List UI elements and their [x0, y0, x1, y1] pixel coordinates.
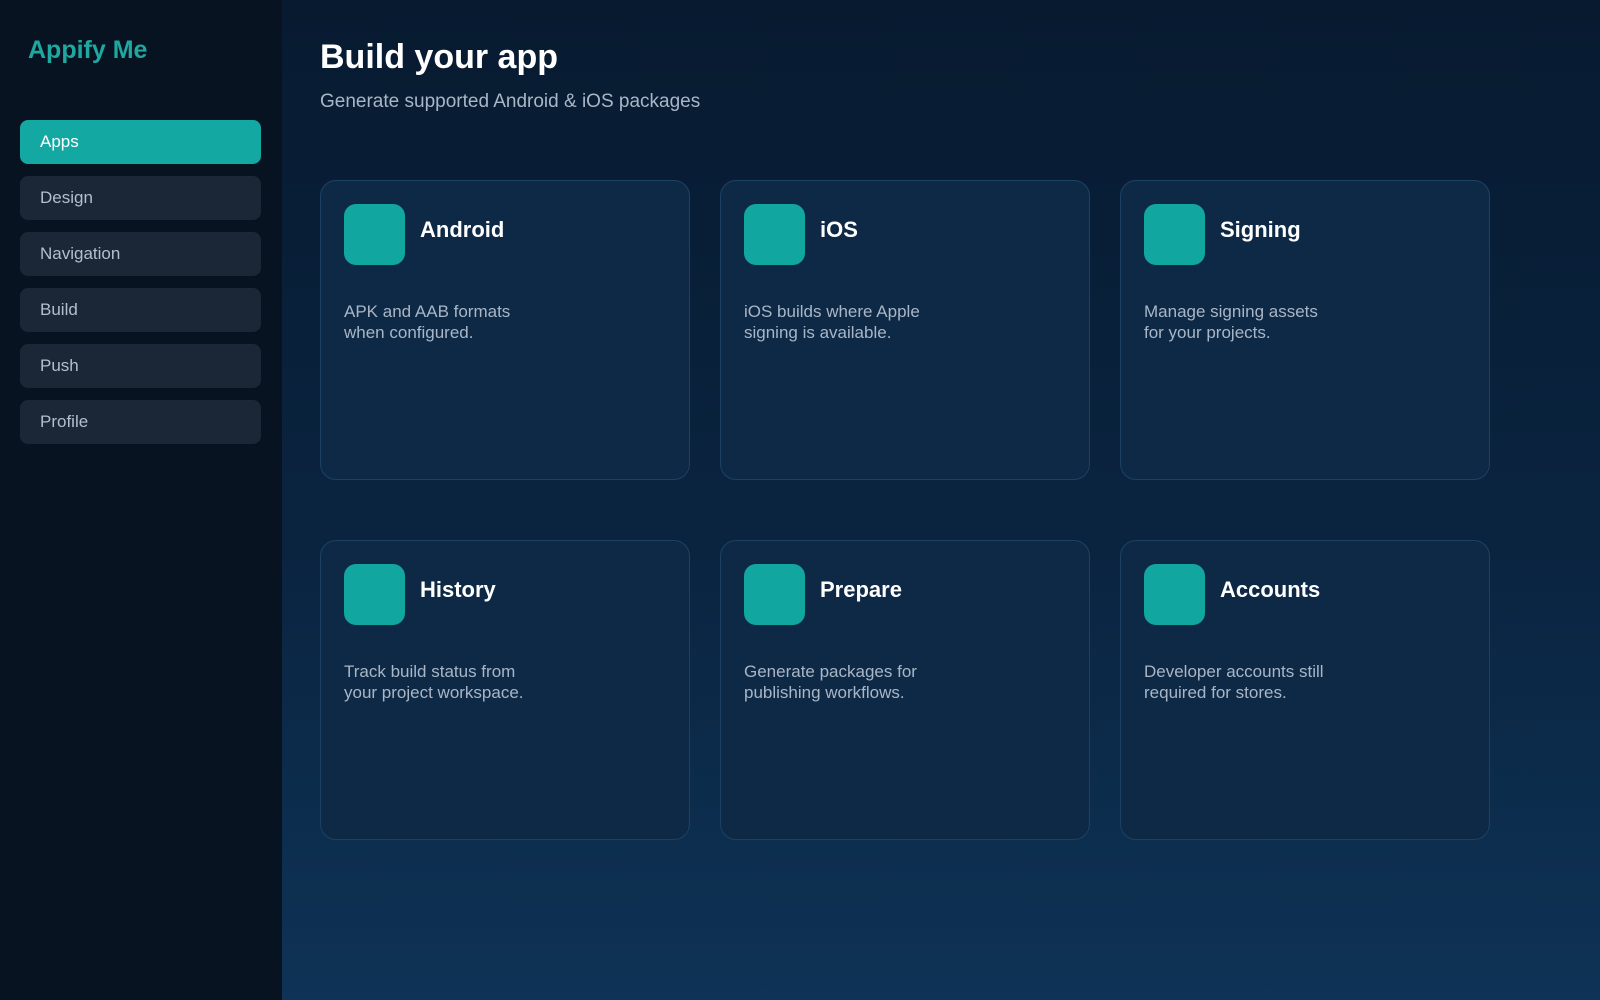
card-description-line: publishing workflows.: [744, 683, 905, 702]
card-title: Prepare: [820, 577, 902, 602]
signing-icon: [1144, 204, 1205, 265]
card-description: APK and AAB formats when configured.: [344, 301, 564, 343]
page-subtitle: Generate supported Android & iOS package…: [320, 91, 701, 112]
card-description: Generate packages for publishing workflo…: [744, 661, 964, 703]
card-description-line: Track build status from: [344, 662, 516, 681]
card-description-line: signing is available.: [744, 323, 892, 342]
card-title: Signing: [1220, 217, 1301, 242]
card-title: Android: [420, 217, 505, 242]
card-description-line: Developer accounts still: [1144, 662, 1324, 681]
sidebar-item-navigation[interactable]: Navigation: [20, 232, 261, 276]
card-description: Track build status from your project wor…: [344, 661, 564, 703]
card-grid: Android APK and AAB formats when configu…: [320, 180, 1490, 840]
sidebar-nav: Apps Design Navigation Build Push Profil…: [20, 120, 261, 456]
android-icon: [344, 204, 405, 265]
page-title: Build your app: [320, 38, 558, 76]
card-history[interactable]: History Track build status from your pro…: [320, 540, 690, 840]
card-signing[interactable]: Signing Manage signing assets for your p…: [1120, 180, 1490, 480]
card-title: iOS: [820, 217, 858, 242]
card-description: iOS builds where Apple signing is availa…: [744, 301, 964, 343]
card-description-line: your project workspace.: [344, 683, 524, 702]
card-description-line: for your projects.: [1144, 323, 1271, 342]
sidebar-item-apps[interactable]: Apps: [20, 120, 261, 164]
card-android[interactable]: Android APK and AAB formats when configu…: [320, 180, 690, 480]
card-description-line: Generate packages for: [744, 662, 917, 681]
sidebar-item-build[interactable]: Build: [20, 288, 261, 332]
card-description: Manage signing assets for your projects.: [1144, 301, 1364, 343]
sidebar-item-design[interactable]: Design: [20, 176, 261, 220]
card-description-line: Manage signing assets: [1144, 302, 1318, 321]
card-ios[interactable]: iOS iOS builds where Apple signing is av…: [720, 180, 1090, 480]
brand-logo[interactable]: Appify Me: [28, 36, 147, 65]
history-icon: [344, 564, 405, 625]
card-title: Accounts: [1220, 577, 1321, 602]
sidebar-item-push[interactable]: Push: [20, 344, 261, 388]
card-description-line: iOS builds where Apple: [744, 302, 920, 321]
accounts-icon: [1144, 564, 1205, 625]
card-accounts[interactable]: Accounts Developer accounts still requir…: [1120, 540, 1490, 840]
sidebar-item-profile[interactable]: Profile: [20, 400, 261, 444]
card-description-line: when configured.: [344, 323, 474, 342]
prepare-icon: [744, 564, 805, 625]
sidebar: Appify Me Apps Design Navigation Build P…: [0, 0, 282, 1000]
card-description-line: required for stores.: [1144, 683, 1287, 702]
card-prepare[interactable]: Prepare Generate packages for publishing…: [720, 540, 1090, 840]
card-title: History: [420, 577, 496, 602]
card-description-line: APK and AAB formats: [344, 302, 511, 321]
main-content: Build your app Generate supported Androi…: [282, 0, 1600, 1000]
card-description: Developer accounts still required for st…: [1144, 661, 1364, 703]
ios-icon: [744, 204, 805, 265]
